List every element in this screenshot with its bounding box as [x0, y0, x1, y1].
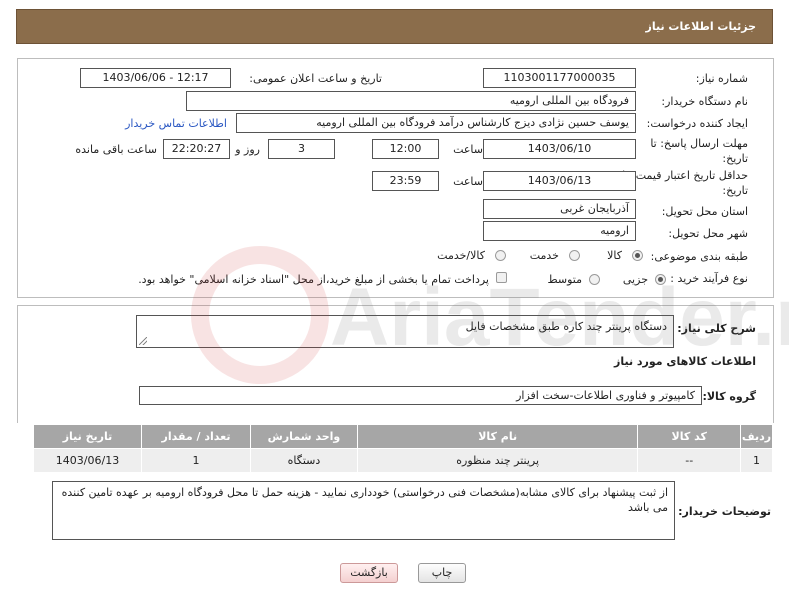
col-row-number: ردیف: [740, 424, 773, 449]
buyer-notes-label: توضیحات خریدار:: [678, 505, 771, 518]
need-number-field: 1103001177000035: [483, 68, 636, 88]
category-goods-label: کالا: [607, 249, 622, 262]
page-title: جزئیات اطلاعات نیاز: [645, 20, 757, 33]
delivery-province-field: آذربایجان غربی: [483, 199, 636, 219]
delivery-city-field: ارومیه: [483, 221, 636, 241]
category-goods-service-label: کالا/خدمت: [437, 249, 485, 262]
goods-group-label: گروه کالا:: [702, 390, 756, 403]
reply-deadline-label-text: مهلت ارسال پاسخ: تا تاریخ:: [650, 137, 748, 165]
category-goods-service-radio[interactable]: [495, 250, 506, 261]
purchase-medium-radio[interactable]: [589, 274, 600, 285]
need-number-label: شماره نیاز:: [695, 72, 748, 85]
category-goods-radio[interactable]: [632, 250, 643, 261]
resize-grip-icon[interactable]: [139, 337, 147, 345]
announce-datetime-label: تاریخ و ساعت اعلان عمومی:: [249, 72, 382, 85]
days-label: روز و: [235, 143, 260, 156]
description-text: دستگاه پرینتر چند کاره طبق مشخصات فایل: [465, 320, 667, 333]
requester-label: ایجاد کننده درخواست:: [646, 117, 748, 130]
buyer-contact-link[interactable]: اطلاعات تماس خریدار: [125, 117, 227, 130]
remaining-time-field: 22:20:27: [163, 139, 230, 159]
description-label: شرح کلی نیاز:: [677, 322, 756, 335]
goods-group-field: کامپیوتر و فناوری اطلاعات-سخت افزار: [139, 386, 702, 405]
table-row[interactable]: 1 -- پرینتر چند منظوره دستگاه 1 1403/06/…: [33, 448, 773, 473]
buyer-org-label: نام دستگاه خریدار:: [661, 95, 748, 108]
category-service-label: خدمت: [529, 249, 559, 262]
buyer-notes-textarea[interactable]: از ثبت پیشنهاد برای کالای مشابه(مشخصات ف…: [52, 481, 675, 540]
cell-item-code: --: [637, 448, 742, 473]
print-button[interactable]: چاپ: [418, 563, 466, 583]
col-item-name: نام کالا: [356, 424, 639, 449]
cell-row-number: 1: [740, 448, 773, 473]
treasury-payment-note: پرداخت تمام یا بخشی از مبلغ خرید،از محل …: [138, 273, 489, 286]
purchase-type-label: نوع فرآیند خرید :: [670, 272, 748, 285]
buyer-notes-text: از ثبت پیشنهاد برای کالای مشابه(مشخصات ف…: [61, 486, 668, 514]
announce-datetime-field: 1403/06/06 - 12:17: [80, 68, 231, 88]
cell-quantity: 1: [140, 448, 252, 473]
price-validity-time-label: ساعت: [453, 175, 483, 188]
reply-time-field: 12:00: [372, 139, 439, 159]
cell-need-date: 1403/06/13: [33, 448, 142, 473]
col-need-date: تاریخ نیاز: [33, 424, 142, 449]
purchase-minor-radio[interactable]: [655, 274, 666, 285]
delivery-city-label: شهر محل تحویل:: [668, 227, 748, 240]
price-validity-date-field: 1403/06/13: [483, 171, 636, 191]
reply-deadline-label: مهلت ارسال پاسخ: تا تاریخ:: [628, 136, 748, 166]
buyer-org-field: فرودگاه بین المللی ارومیه: [186, 91, 636, 111]
category-service-radio[interactable]: [569, 250, 580, 261]
price-validity-label-text: حداقل تاریخ اعتبار قیمت: تا تاریخ:: [622, 169, 748, 197]
reply-days-field: 3: [268, 139, 335, 159]
requester-field: یوسف حسین نژادی دیزج کارشناس درآمد فرودگ…: [236, 113, 636, 133]
price-validity-time-field: 23:59: [372, 171, 439, 191]
col-item-code: کد کالا: [637, 424, 742, 449]
cell-item-name: پرینتر چند منظوره: [356, 448, 639, 473]
col-unit: واحد شمارش: [250, 424, 358, 449]
table-header-row: ردیف کد کالا نام کالا واحد شمارش تعداد /…: [33, 424, 773, 449]
treasury-payment-checkbox[interactable]: [496, 272, 507, 283]
delivery-province-label: استان محل تحویل:: [661, 205, 748, 218]
reply-date-field: 1403/06/10: [483, 139, 636, 159]
reply-time-label: ساعت: [453, 143, 483, 156]
purchase-medium-label: متوسط: [547, 273, 582, 286]
col-quantity: تعداد / مقدار: [140, 424, 252, 449]
cell-unit: دستگاه: [250, 448, 358, 473]
goods-section-title: اطلاعات کالاهای مورد نیاز: [614, 355, 756, 368]
purchase-minor-label: جزیی: [622, 273, 648, 286]
items-table: ردیف کد کالا نام کالا واحد شمارش تعداد /…: [33, 424, 773, 473]
page-header: جزئیات اطلاعات نیاز: [16, 9, 773, 44]
description-textarea[interactable]: دستگاه پرینتر چند کاره طبق مشخصات فایل: [136, 315, 674, 348]
back-button[interactable]: بازگشت: [340, 563, 398, 583]
category-label: طبقه بندی موضوعی:: [650, 250, 748, 263]
remaining-label: ساعت باقی مانده: [75, 143, 157, 156]
